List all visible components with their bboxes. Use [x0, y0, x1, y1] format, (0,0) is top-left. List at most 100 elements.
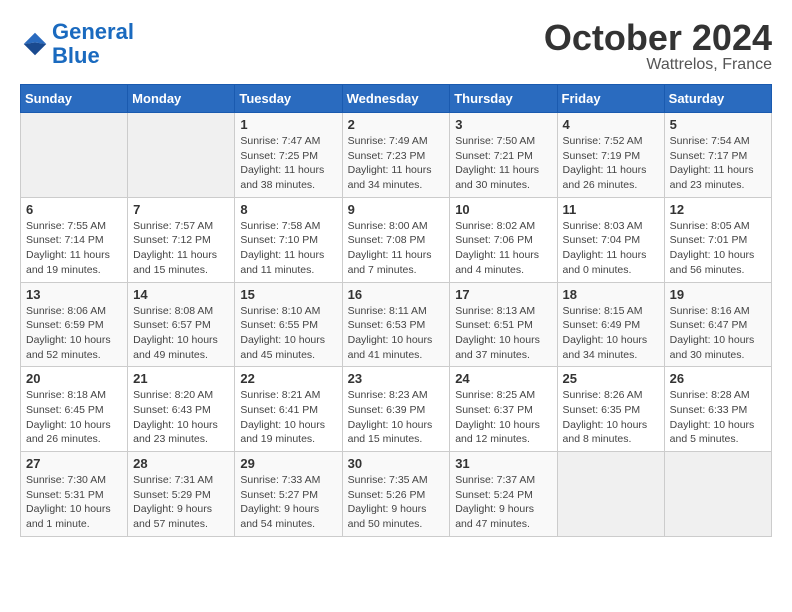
day-number: 25 [563, 371, 659, 386]
day-info: Sunrise: 7:57 AM Sunset: 7:12 PM Dayligh… [133, 219, 229, 278]
calendar-week-row: 20 Sunrise: 8:18 AM Sunset: 6:45 PM Dayli… [21, 367, 772, 452]
day-info: Sunrise: 8:02 AM Sunset: 7:06 PM Dayligh… [455, 219, 551, 278]
day-number: 19 [670, 287, 766, 302]
calendar-cell: 10 Sunrise: 8:02 AM Sunset: 7:06 PM Dayli… [450, 197, 557, 282]
calendar-week-row: 13Sunrise: 8:06 AM Sunset: 6:59 PM Dayli… [21, 282, 772, 367]
day-number: 23 [348, 371, 445, 386]
day-number: 1 [240, 117, 336, 132]
day-number: 16 [348, 287, 445, 302]
calendar-cell: 15 Sunrise: 8:10 AM Sunset: 6:55 PM Dayli… [235, 282, 342, 367]
day-info: Sunrise: 8:21 AM Sunset: 6:41 PM Dayligh… [240, 388, 336, 447]
calendar-header-row: SundayMondayTuesdayWednesdayThursdayFrid… [21, 85, 772, 113]
day-number: 17 [455, 287, 551, 302]
day-number: 14 [133, 287, 229, 302]
day-info: Sunrise: 8:10 AM Sunset: 6:55 PM Dayligh… [240, 304, 336, 363]
calendar-cell: 17 Sunrise: 8:13 AM Sunset: 6:51 PM Dayli… [450, 282, 557, 367]
calendar-week-row: 1 Sunrise: 7:47 AM Sunset: 7:25 PM Daylig… [21, 113, 772, 198]
day-info: Sunrise: 7:47 AM Sunset: 7:25 PM Dayligh… [240, 134, 336, 193]
calendar-cell: 6 Sunrise: 7:55 AM Sunset: 7:14 PM Daylig… [21, 197, 128, 282]
logo: General Blue [20, 20, 134, 68]
day-number: 9 [348, 202, 445, 217]
day-number: 20 [26, 371, 122, 386]
calendar-cell: 18Sunrise: 8:15 AM Sunset: 6:49 PM Dayli… [557, 282, 664, 367]
day-info: Sunrise: 8:26 AM Sunset: 6:35 PM Dayligh… [563, 388, 659, 447]
column-header-sunday: Sunday [21, 85, 128, 113]
day-info: Sunrise: 8:23 AM Sunset: 6:39 PM Dayligh… [348, 388, 445, 447]
calendar-cell: 30 Sunrise: 7:35 AM Sunset: 5:26 PM Dayli… [342, 452, 450, 537]
page-header: General Blue October 2024 Wattrelos, Fra… [20, 20, 772, 74]
calendar-week-row: 6 Sunrise: 7:55 AM Sunset: 7:14 PM Daylig… [21, 197, 772, 282]
month-year: October 2024 [544, 20, 772, 56]
calendar-cell: 16 Sunrise: 8:11 AM Sunset: 6:53 PM Dayli… [342, 282, 450, 367]
day-info: Sunrise: 8:16 AM Sunset: 6:47 PM Dayligh… [670, 304, 766, 363]
day-number: 6 [26, 202, 122, 217]
day-info: Sunrise: 7:31 AM Sunset: 5:29 PM Dayligh… [133, 473, 229, 532]
day-info: Sunrise: 7:52 AM Sunset: 7:19 PM Dayligh… [563, 134, 659, 193]
day-info: Sunrise: 7:30 AM Sunset: 5:31 PM Dayligh… [26, 473, 122, 532]
day-info: Sunrise: 8:18 AM Sunset: 6:45 PM Dayligh… [26, 388, 122, 447]
calendar-cell: 20 Sunrise: 8:18 AM Sunset: 6:45 PM Dayli… [21, 367, 128, 452]
day-info: Sunrise: 7:33 AM Sunset: 5:27 PM Dayligh… [240, 473, 336, 532]
day-number: 22 [240, 371, 336, 386]
calendar-cell: 28 Sunrise: 7:31 AM Sunset: 5:29 PM Dayli… [128, 452, 235, 537]
calendar-cell: 24Sunrise: 8:25 AM Sunset: 6:37 PM Dayli… [450, 367, 557, 452]
calendar-cell: 7Sunrise: 7:57 AM Sunset: 7:12 PM Daylig… [128, 197, 235, 282]
calendar-cell: 12Sunrise: 8:05 AM Sunset: 7:01 PM Dayli… [664, 197, 771, 282]
day-info: Sunrise: 8:13 AM Sunset: 6:51 PM Dayligh… [455, 304, 551, 363]
calendar-cell: 14 Sunrise: 8:08 AM Sunset: 6:57 PM Dayli… [128, 282, 235, 367]
day-info: Sunrise: 8:06 AM Sunset: 6:59 PM Dayligh… [26, 304, 122, 363]
day-info: Sunrise: 7:49 AM Sunset: 7:23 PM Dayligh… [348, 134, 445, 193]
day-info: Sunrise: 8:28 AM Sunset: 6:33 PM Dayligh… [670, 388, 766, 447]
calendar-cell: 27Sunrise: 7:30 AM Sunset: 5:31 PM Dayli… [21, 452, 128, 537]
day-info: Sunrise: 8:15 AM Sunset: 6:49 PM Dayligh… [563, 304, 659, 363]
day-number: 30 [348, 456, 445, 471]
logo-icon [20, 29, 50, 59]
day-number: 4 [563, 117, 659, 132]
calendar-cell: 9 Sunrise: 8:00 AM Sunset: 7:08 PM Daylig… [342, 197, 450, 282]
day-number: 26 [670, 371, 766, 386]
day-info: Sunrise: 7:58 AM Sunset: 7:10 PM Dayligh… [240, 219, 336, 278]
day-number: 5 [670, 117, 766, 132]
day-info: Sunrise: 7:55 AM Sunset: 7:14 PM Dayligh… [26, 219, 122, 278]
calendar-cell: 26 Sunrise: 8:28 AM Sunset: 6:33 PM Dayli… [664, 367, 771, 452]
day-number: 31 [455, 456, 551, 471]
logo-text: General Blue [52, 20, 134, 68]
column-header-thursday: Thursday [450, 85, 557, 113]
calendar-cell: 2 Sunrise: 7:49 AM Sunset: 7:23 PM Daylig… [342, 113, 450, 198]
column-header-saturday: Saturday [664, 85, 771, 113]
calendar-cell: 8 Sunrise: 7:58 AM Sunset: 7:10 PM Daylig… [235, 197, 342, 282]
day-number: 29 [240, 456, 336, 471]
day-number: 24 [455, 371, 551, 386]
day-number: 15 [240, 287, 336, 302]
day-info: Sunrise: 7:37 AM Sunset: 5:24 PM Dayligh… [455, 473, 551, 532]
calendar-cell: 25 Sunrise: 8:26 AM Sunset: 6:35 PM Dayli… [557, 367, 664, 452]
calendar-week-row: 27Sunrise: 7:30 AM Sunset: 5:31 PM Dayli… [21, 452, 772, 537]
day-info: Sunrise: 8:08 AM Sunset: 6:57 PM Dayligh… [133, 304, 229, 363]
day-number: 8 [240, 202, 336, 217]
day-number: 3 [455, 117, 551, 132]
calendar-cell: 19 Sunrise: 8:16 AM Sunset: 6:47 PM Dayli… [664, 282, 771, 367]
day-info: Sunrise: 8:11 AM Sunset: 6:53 PM Dayligh… [348, 304, 445, 363]
day-number: 28 [133, 456, 229, 471]
day-info: Sunrise: 7:54 AM Sunset: 7:17 PM Dayligh… [670, 134, 766, 193]
day-number: 10 [455, 202, 551, 217]
calendar-cell: 5 Sunrise: 7:54 AM Sunset: 7:17 PM Daylig… [664, 113, 771, 198]
column-header-wednesday: Wednesday [342, 85, 450, 113]
calendar-cell: 21 Sunrise: 8:20 AM Sunset: 6:43 PM Dayli… [128, 367, 235, 452]
calendar-cell: 31 Sunrise: 7:37 AM Sunset: 5:24 PM Dayli… [450, 452, 557, 537]
calendar-cell [557, 452, 664, 537]
calendar-cell: 22 Sunrise: 8:21 AM Sunset: 6:41 PM Dayli… [235, 367, 342, 452]
location: Wattrelos, France [544, 56, 772, 74]
calendar-cell: 23 Sunrise: 8:23 AM Sunset: 6:39 PM Dayli… [342, 367, 450, 452]
day-info: Sunrise: 7:35 AM Sunset: 5:26 PM Dayligh… [348, 473, 445, 532]
day-number: 21 [133, 371, 229, 386]
day-info: Sunrise: 8:05 AM Sunset: 7:01 PM Dayligh… [670, 219, 766, 278]
day-info: Sunrise: 8:03 AM Sunset: 7:04 PM Dayligh… [563, 219, 659, 278]
calendar-cell: 4 Sunrise: 7:52 AM Sunset: 7:19 PM Daylig… [557, 113, 664, 198]
day-info: Sunrise: 8:00 AM Sunset: 7:08 PM Dayligh… [348, 219, 445, 278]
day-number: 2 [348, 117, 445, 132]
column-header-tuesday: Tuesday [235, 85, 342, 113]
day-info: Sunrise: 8:20 AM Sunset: 6:43 PM Dayligh… [133, 388, 229, 447]
calendar-cell: 13Sunrise: 8:06 AM Sunset: 6:59 PM Dayli… [21, 282, 128, 367]
calendar-cell [21, 113, 128, 198]
